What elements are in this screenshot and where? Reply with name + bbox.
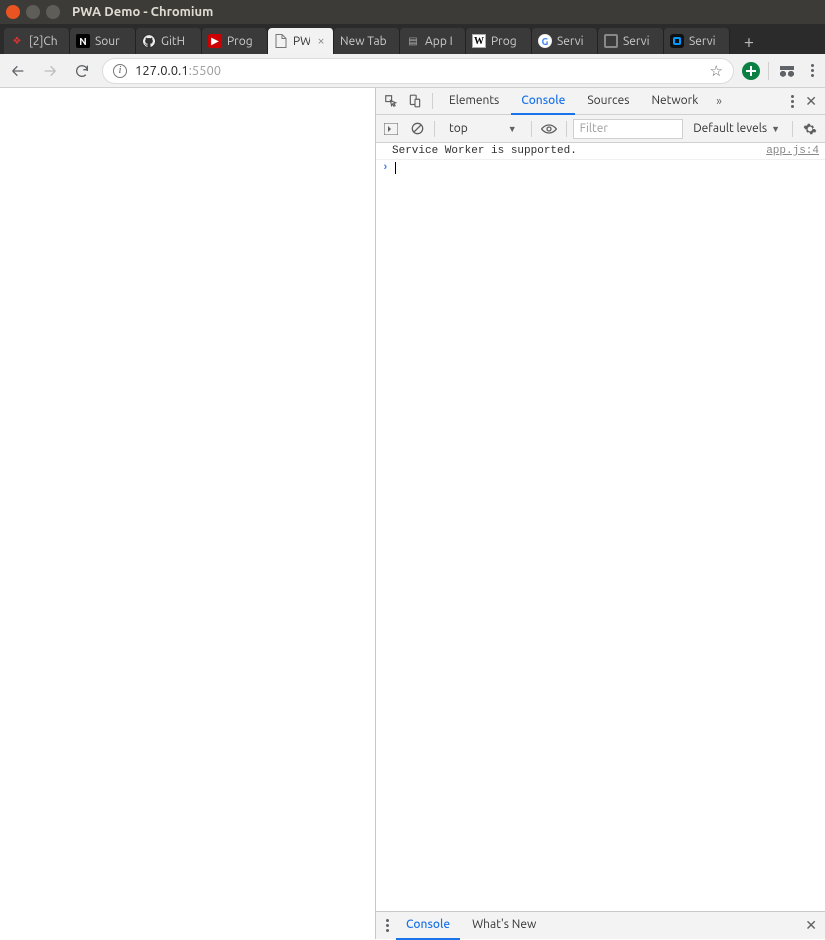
favicon-icon: ❖ — [10, 34, 24, 48]
browser-tab[interactable]: ▶ Prog — [202, 28, 268, 54]
address-bar[interactable]: i 127.0.0.1:5500 ☆ — [102, 58, 734, 84]
favicon-icon: N — [76, 34, 90, 48]
bookmark-star-icon[interactable]: ☆ — [710, 62, 723, 80]
tab-console[interactable]: Console — [511, 88, 575, 115]
browser-menu-button[interactable] — [805, 64, 819, 77]
toolbar-divider — [768, 62, 769, 80]
tab-label: Prog — [491, 35, 525, 48]
browser-tab[interactable]: ▤ App I — [400, 28, 466, 54]
console-log-row[interactable]: Service Worker is supported. app.js:4 — [376, 143, 825, 160]
window-close-button[interactable] — [6, 5, 20, 19]
tab-label: Sour — [95, 35, 129, 48]
console-settings-icon[interactable] — [799, 122, 821, 136]
drawer-menu-button[interactable] — [380, 919, 394, 932]
close-tab-icon[interactable]: × — [315, 34, 327, 48]
tab-label: Servi — [623, 35, 657, 48]
tab-sources[interactable]: Sources — [577, 88, 639, 115]
tab-label: PW — [293, 35, 310, 48]
inspect-element-icon[interactable] — [380, 90, 402, 112]
devtools-menu-button[interactable] — [785, 95, 799, 108]
google-icon: G — [538, 34, 552, 48]
reload-button[interactable] — [70, 59, 94, 83]
drawer-tab-whatsnew[interactable]: What's New — [462, 912, 546, 940]
execution-context-select[interactable]: top ▼ — [441, 119, 525, 139]
log-source-link[interactable]: app.js:4 — [766, 145, 819, 157]
browser-tab-active[interactable]: PW × — [268, 28, 334, 54]
text-cursor — [395, 162, 396, 174]
wikipedia-icon: W — [472, 34, 486, 48]
browser-tab[interactable]: New Tab — [334, 28, 400, 54]
log-message: Service Worker is supported. — [382, 145, 758, 157]
dropdown-icon: ▼ — [771, 124, 780, 134]
forward-button[interactable] — [38, 59, 62, 83]
github-icon — [142, 34, 156, 48]
browser-tab[interactable]: G Servi — [532, 28, 598, 54]
prompt-chevron-icon: › — [382, 162, 389, 174]
tab-elements[interactable]: Elements — [439, 88, 509, 115]
tab-label: New Tab — [340, 35, 393, 48]
console-sidebar-toggle-icon[interactable] — [380, 118, 402, 140]
back-button[interactable] — [6, 59, 30, 83]
drawer-tab-console[interactable]: Console — [396, 912, 460, 940]
browser-tab[interactable]: Servi — [598, 28, 664, 54]
tab-label: Servi — [689, 35, 723, 48]
clear-console-icon[interactable] — [406, 118, 428, 140]
browser-tab[interactable]: Servi — [664, 28, 730, 54]
browser-tab[interactable]: ❖ [2]Ch — [4, 28, 70, 54]
context-label: top — [449, 122, 468, 135]
page-content — [0, 88, 375, 939]
device-toggle-icon[interactable] — [404, 90, 426, 112]
favicon-icon — [670, 34, 684, 48]
tab-label: Servi — [557, 35, 591, 48]
site-info-icon[interactable]: i — [113, 64, 127, 78]
console-prompt[interactable]: › — [376, 160, 825, 176]
tab-label: Prog — [227, 35, 261, 48]
levels-label: Default levels — [693, 122, 767, 135]
file-icon — [274, 34, 288, 48]
filter-placeholder: Filter — [580, 122, 608, 135]
favicon-icon — [604, 34, 618, 48]
browser-toolbar: i 127.0.0.1:5500 ☆ — [0, 54, 825, 88]
console-toolbar: top ▼ Filter Default levels ▼ — [376, 115, 825, 143]
app-icon: ▤ — [406, 34, 420, 48]
window-titlebar: PWA Demo - Chromium — [0, 0, 825, 24]
more-tabs-icon[interactable]: » — [710, 95, 728, 108]
youtube-icon: ▶ — [208, 34, 222, 48]
live-expression-icon[interactable] — [538, 118, 560, 140]
dropdown-icon: ▼ — [508, 124, 517, 134]
drawer-close-button[interactable]: ✕ — [801, 917, 821, 934]
window-minimize-button[interactable] — [26, 5, 40, 19]
tab-network[interactable]: Network — [641, 88, 708, 115]
devtools-drawer: Console What's New ✕ — [376, 911, 825, 939]
devtools-close-button[interactable]: ✕ — [801, 93, 821, 110]
console-output: Service Worker is supported. app.js:4 › — [376, 143, 825, 911]
extension-button[interactable] — [742, 62, 760, 80]
browser-tab[interactable]: N Sour — [70, 28, 136, 54]
log-levels-select[interactable]: Default levels ▼ — [687, 122, 786, 135]
devtools-tabbar: Elements Console Sources Network » ✕ — [376, 88, 825, 115]
tab-label: GitH — [161, 35, 195, 48]
console-filter-input[interactable]: Filter — [573, 119, 684, 139]
tab-label: [2]Ch — [29, 35, 63, 48]
new-tab-button[interactable]: + — [736, 30, 762, 54]
browser-tabstrip: ❖ [2]Ch N Sour GitH ▶ Prog PW × New Tab … — [0, 24, 825, 54]
main-area: Elements Console Sources Network » ✕ top… — [0, 88, 825, 939]
window-title: PWA Demo - Chromium — [72, 5, 213, 19]
browser-tab[interactable]: W Prog — [466, 28, 532, 54]
profile-icon[interactable] — [777, 64, 797, 78]
window-maximize-button[interactable] — [46, 5, 60, 19]
address-text: 127.0.0.1:5500 — [135, 64, 702, 78]
devtools-panel: Elements Console Sources Network » ✕ top… — [375, 88, 825, 939]
tab-label: App I — [425, 35, 459, 48]
browser-tab[interactable]: GitH — [136, 28, 202, 54]
